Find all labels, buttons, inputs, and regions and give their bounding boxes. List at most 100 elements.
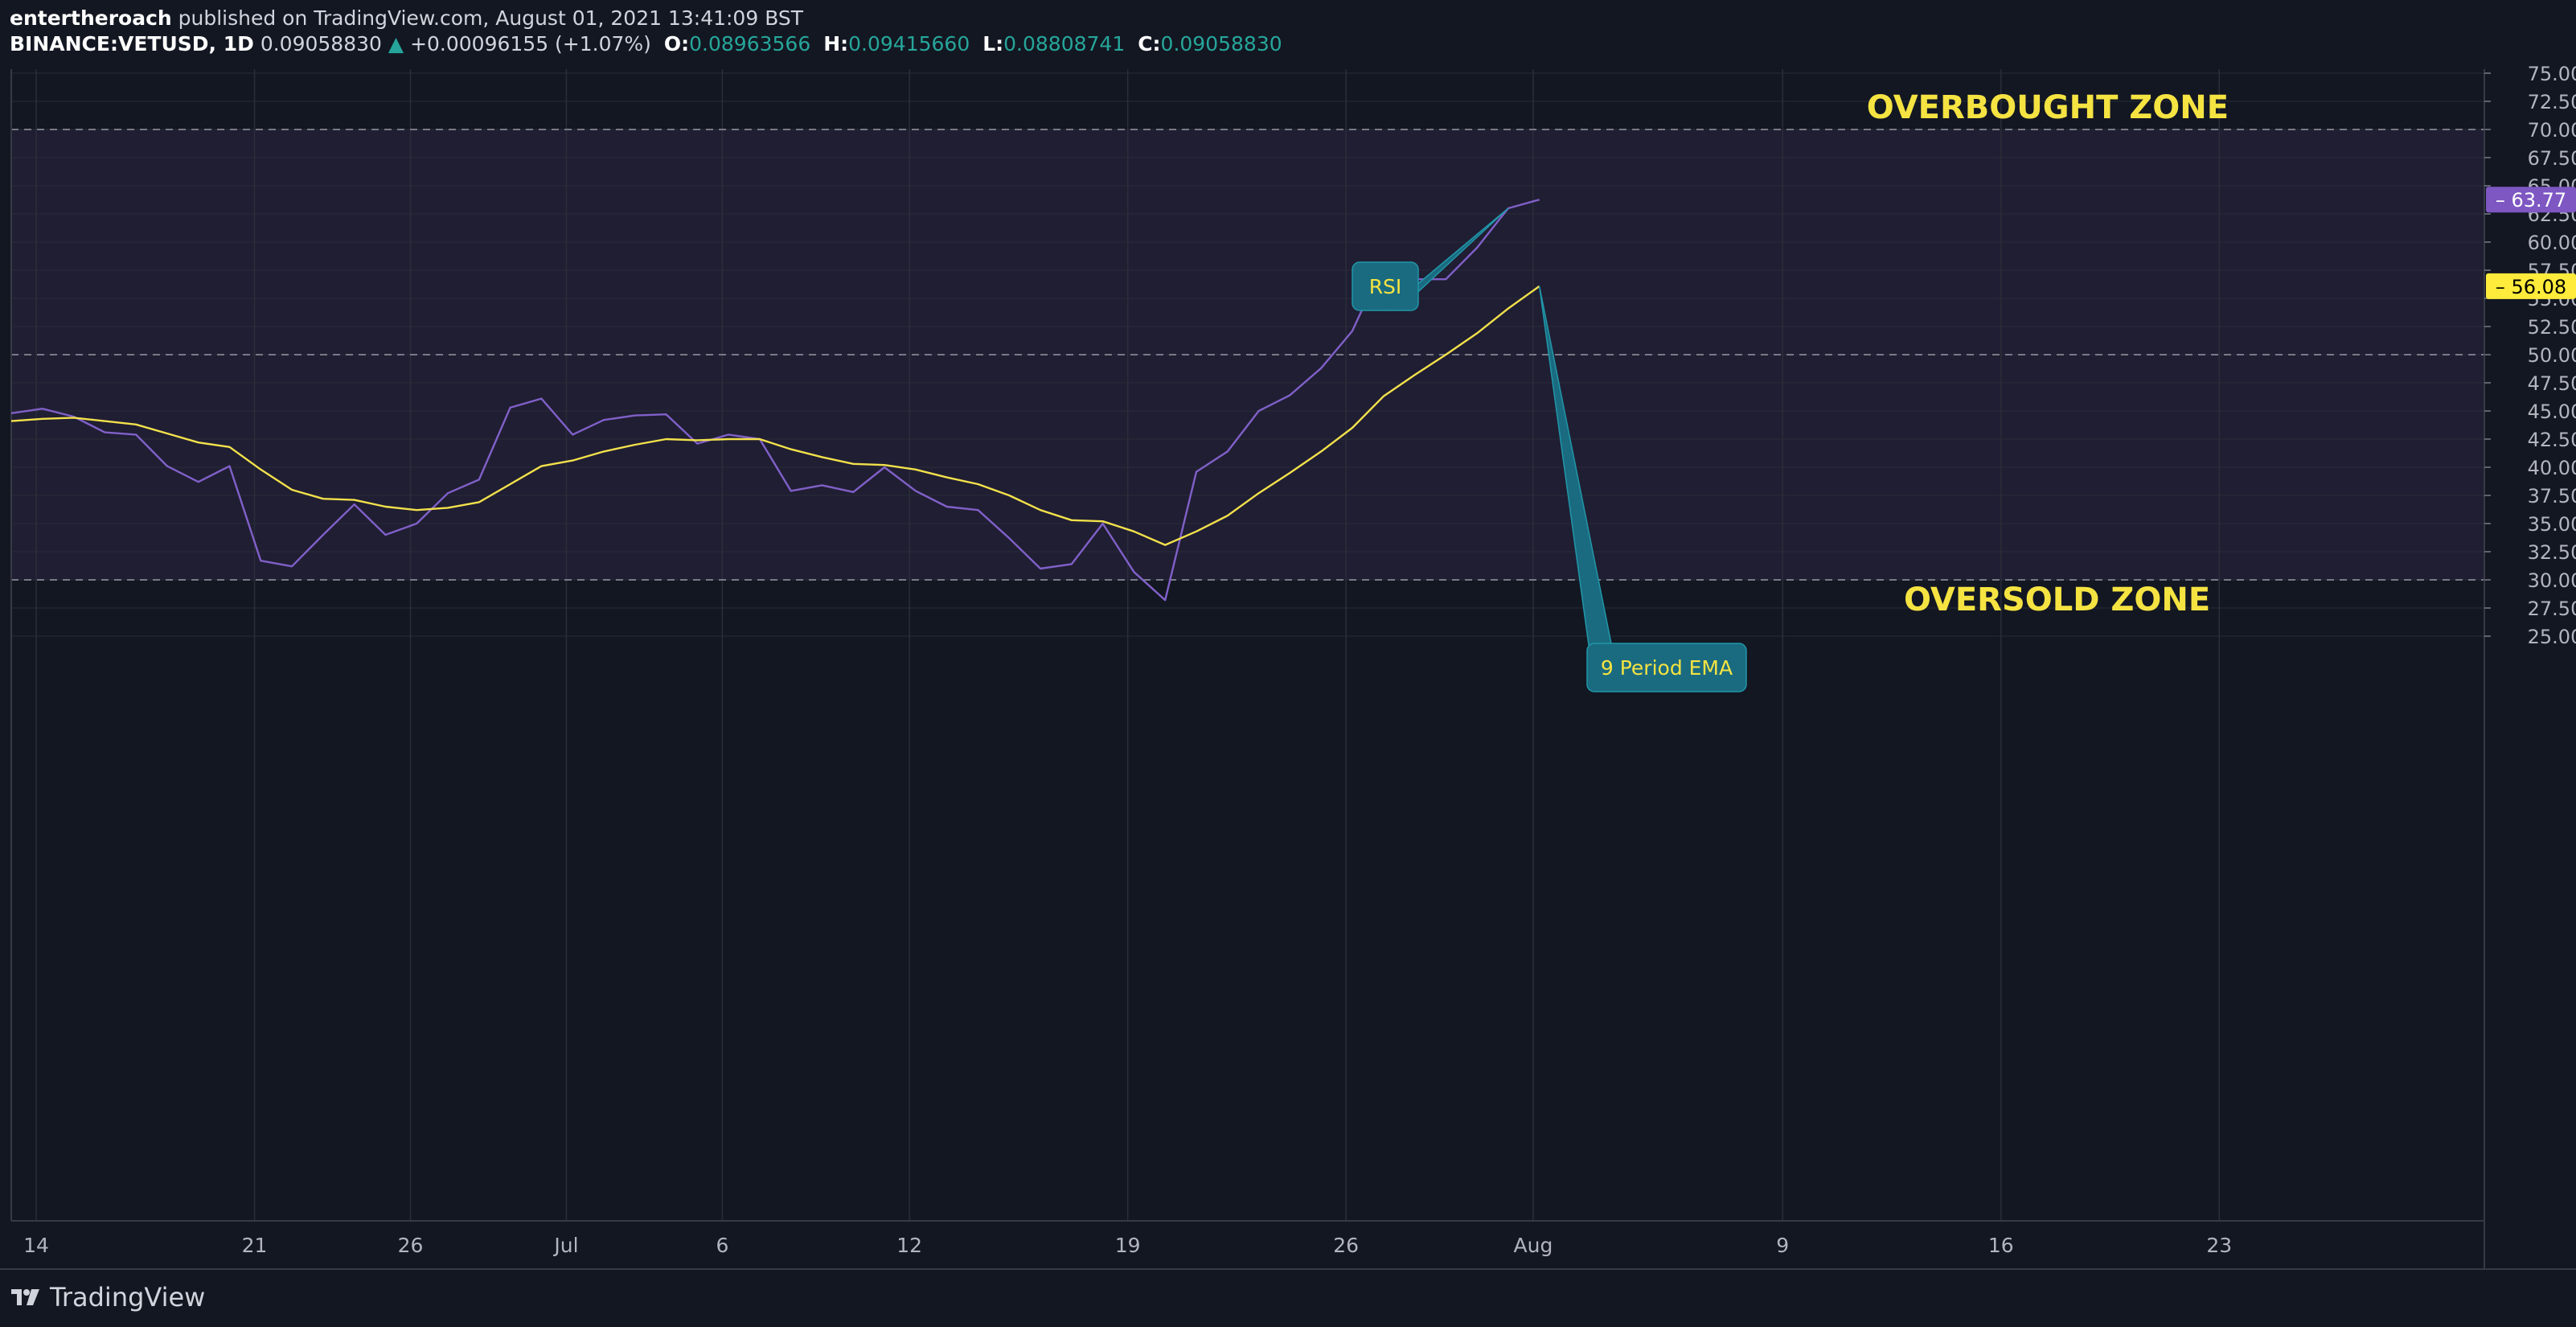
data-point xyxy=(446,506,449,509)
data-point xyxy=(1319,367,1323,370)
data-point xyxy=(322,533,325,536)
data-point xyxy=(1039,508,1042,511)
data-point xyxy=(851,491,855,494)
x-tick-label: 6 xyxy=(716,1234,728,1257)
data-point xyxy=(322,497,325,500)
data-point xyxy=(290,565,293,568)
author-name[interactable]: entertheroach xyxy=(10,6,172,30)
data-point xyxy=(571,433,574,436)
y-tick-label: 47.50 xyxy=(2528,372,2576,395)
data-point xyxy=(1007,494,1011,497)
data-point xyxy=(41,417,44,421)
x-tick-label: 16 xyxy=(1988,1234,2014,1257)
data-point xyxy=(665,438,668,441)
data-point xyxy=(727,438,730,441)
open-label: O: xyxy=(663,32,690,55)
data-point xyxy=(945,505,949,508)
data-point xyxy=(602,450,605,453)
x-tick-label: Aug xyxy=(1514,1234,1553,1257)
data-point xyxy=(1413,373,1417,376)
data-point xyxy=(602,418,605,421)
data-point xyxy=(1226,450,1229,453)
publish-text: published on TradingView.com, August 01,… xyxy=(178,6,804,30)
callout-label: 9 Period EMA xyxy=(1601,656,1733,680)
data-point xyxy=(1444,353,1447,356)
rsi-chart[interactable]: 25.00 27.50 30.00 32.50 35.00 37.50 40.00 42.50… xyxy=(0,0,2576,1327)
data-point xyxy=(134,423,137,426)
y-tick-label: 72.50 xyxy=(2528,91,2576,113)
data-point xyxy=(1507,307,1510,310)
data-point xyxy=(259,559,262,562)
data-point xyxy=(945,476,949,479)
data-point xyxy=(290,488,293,491)
low-label: L: xyxy=(982,32,1004,55)
data-point xyxy=(695,442,699,446)
data-point xyxy=(197,480,200,483)
data-point xyxy=(1070,519,1073,522)
y-tick-label: 32.50 xyxy=(2528,541,2576,564)
up-arrow-icon: ▲ xyxy=(388,32,404,55)
last-value-label: – 56.08 xyxy=(2496,276,2566,298)
data-point xyxy=(1132,570,1135,573)
data-point xyxy=(914,468,917,471)
low-value: 0.08808741 xyxy=(1003,32,1126,55)
data-point xyxy=(976,508,979,511)
data-point xyxy=(1226,514,1229,517)
data-point xyxy=(478,500,481,503)
data-point xyxy=(1132,530,1135,533)
data-point xyxy=(1070,562,1073,565)
data-point xyxy=(10,412,13,415)
change-value: +0.00096155 (+1.07%) xyxy=(410,32,651,55)
zone-label: OVERSOLD ZONE xyxy=(1904,581,2210,618)
y-tick-label: 27.50 xyxy=(2528,598,2576,620)
data-point xyxy=(539,397,543,401)
data-point xyxy=(10,420,13,423)
symbol-label[interactable]: BINANCE:VETUSD, 1D xyxy=(10,32,254,55)
close-value: 0.09058830 xyxy=(1160,32,1282,55)
open-value: 0.08963566 xyxy=(689,32,811,55)
x-tick-label: 9 xyxy=(1776,1234,1789,1257)
data-point xyxy=(665,413,668,416)
close-label: C: xyxy=(1138,32,1161,55)
symbol-info: BINANCE:VETUSD, 1D 0.09058830 ▲ +0.00096… xyxy=(10,32,1282,55)
data-point xyxy=(41,407,44,410)
zone-label: OVERBOUGHT ZONE xyxy=(1867,89,2229,126)
y-tick-label: 67.50 xyxy=(2528,147,2576,170)
data-point xyxy=(634,414,637,417)
y-tick-label: 70.00 xyxy=(2528,119,2576,142)
data-point xyxy=(1288,393,1291,396)
data-point xyxy=(384,505,387,508)
publish-info: entertheroach published on TradingView.c… xyxy=(10,6,803,30)
y-tick-label: 52.50 xyxy=(2528,316,2576,339)
data-point xyxy=(1007,536,1011,540)
y-tick-label: 35.00 xyxy=(2528,513,2576,536)
last-value-label: – 63.77 xyxy=(2496,189,2566,212)
y-tick-label: 30.00 xyxy=(2528,569,2576,592)
data-point xyxy=(1351,330,1354,333)
data-point xyxy=(1382,395,1385,398)
data-point xyxy=(166,432,169,435)
y-tick-label: 75.00 xyxy=(2528,63,2576,85)
data-point xyxy=(821,483,824,487)
data-point xyxy=(1319,450,1323,453)
data-point xyxy=(790,448,793,451)
tradingview-logo[interactable]: TradingView xyxy=(10,1282,205,1313)
data-point xyxy=(1475,246,1479,249)
data-point xyxy=(478,478,481,481)
data-point xyxy=(1351,426,1354,429)
data-point xyxy=(509,406,512,409)
data-point xyxy=(1163,598,1167,602)
data-point xyxy=(1288,471,1291,475)
data-point xyxy=(883,463,886,466)
data-point xyxy=(259,468,262,471)
y-tick-label: 42.50 xyxy=(2528,429,2576,451)
data-point xyxy=(166,465,169,468)
x-tick-label: 26 xyxy=(1333,1234,1359,1257)
data-point xyxy=(1101,520,1105,523)
x-tick-label: 21 xyxy=(242,1234,268,1257)
data-point xyxy=(228,446,232,449)
y-tick-label: 40.00 xyxy=(2528,457,2576,479)
x-tick-label: 26 xyxy=(398,1234,424,1257)
tradingview-icon xyxy=(11,1289,39,1305)
high-label: H: xyxy=(823,32,849,55)
